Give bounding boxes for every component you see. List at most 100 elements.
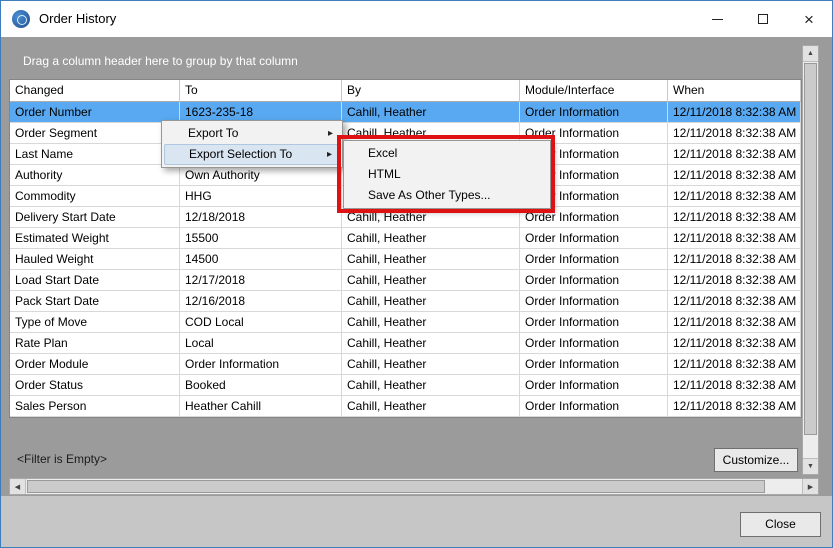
column-header-when[interactable]: When [668,80,801,102]
column-header-by[interactable]: By [342,80,520,102]
table-row[interactable]: Load Start Date 12/17/2018 Cahill, Heath… [10,270,801,291]
cell-by: Cahill, Heather [342,312,520,333]
app-icon [12,10,30,28]
cell-to: Own Authority [180,165,342,186]
close-window-button[interactable]: × [786,1,832,37]
menu-item-export-selection-to[interactable]: Export Selection To ▸ [164,144,340,165]
minimize-button[interactable] [694,1,740,37]
grid-header: Changed To By Module/Interface When [10,80,801,102]
table-row[interactable]: Pack Start Date 12/16/2018 Cahill, Heath… [10,291,801,312]
column-header-changed[interactable]: Changed [10,80,180,102]
cell-when: 12/11/2018 8:32:38 AM [668,333,801,354]
horizontal-scrollbar-thumb[interactable] [27,480,765,493]
cell-changed: Last Name [10,144,180,165]
customize-button[interactable]: Customize... [714,448,798,472]
submenu-arrow-icon: ▸ [327,145,332,164]
table-row[interactable]: Type of Move COD Local Cahill, Heather O… [10,312,801,333]
cell-module-interface: Order Information [520,333,668,354]
cell-changed: Pack Start Date [10,291,180,312]
cell-when: 12/11/2018 8:32:38 AM [668,249,801,270]
scroll-right-icon[interactable]: ▶ [802,479,818,494]
group-by-text: Drag a column header here to group by th… [23,45,802,77]
maximize-button[interactable] [740,1,786,37]
cell-by: Cahill, Heather [342,354,520,375]
menu-item-save-as-other-types[interactable]: Save As Other Types... [346,185,548,206]
vertical-scrollbar-thumb[interactable] [804,63,817,435]
cell-changed: Order Number [10,102,180,123]
horizontal-scrollbar[interactable]: ◀ ▶ [9,478,819,495]
cell-by: Cahill, Heather [342,333,520,354]
menu-item-excel[interactable]: Excel [346,143,548,164]
table-row[interactable]: Order Status Booked Cahill, Heather Orde… [10,375,801,396]
window-title: Order History [39,1,116,37]
cell-module-interface: Order Information [520,249,668,270]
cell-module-interface: Order Information [520,291,668,312]
cell-changed: Hauled Weight [10,249,180,270]
context-menu: Export To ▸ Export Selection To ▸ [161,120,343,168]
table-row[interactable]: Sales Person Heather Cahill Cahill, Heat… [10,396,801,417]
cell-when: 12/11/2018 8:32:38 AM [668,396,801,417]
cell-by: Cahill, Heather [342,396,520,417]
cell-by: Cahill, Heather [342,207,520,228]
cell-to: 14500 [180,249,342,270]
cell-to: 12/16/2018 [180,291,342,312]
close-button[interactable]: Close [740,512,821,537]
cell-module-interface: Order Information [520,396,668,417]
cell-changed: Order Module [10,354,180,375]
cell-module-interface: Order Information [520,270,668,291]
table-row[interactable]: Rate Plan Local Cahill, Heather Order In… [10,333,801,354]
cell-to: 15500 [180,228,342,249]
filter-status-text: <Filter is Empty> [17,444,107,474]
table-row[interactable]: Order Module Order Information Cahill, H… [10,354,801,375]
cell-to: Booked [180,375,342,396]
cell-changed: Authority [10,165,180,186]
cell-module-interface: Order Information [520,354,668,375]
cell-by: Cahill, Heather [342,270,520,291]
cell-to: HHG [180,186,342,207]
column-header-module-interface[interactable]: Module/Interface [520,80,668,102]
scroll-left-icon[interactable]: ◀ [10,479,26,494]
cell-module-interface: Order Information [520,312,668,333]
cell-changed: Order Status [10,375,180,396]
scroll-up-icon[interactable]: ▲ [803,46,818,62]
menu-item-label: Export Selection To [189,147,292,161]
cell-to: 12/17/2018 [180,270,342,291]
cell-to: Heather Cahill [180,396,342,417]
order-history-dialog: Order History × Drag a column header her… [0,0,833,548]
cell-module-interface: Order Information [520,375,668,396]
scroll-down-icon[interactable]: ▼ [803,458,818,474]
table-row[interactable]: Order Number 1623-235-18 Cahill, Heather… [10,102,801,123]
table-row[interactable]: Delivery Start Date 12/18/2018 Cahill, H… [10,207,801,228]
cell-module-interface: Order Information [520,228,668,249]
cell-when: 12/11/2018 8:32:38 AM [668,291,801,312]
table-row[interactable]: Hauled Weight 14500 Cahill, Heather Orde… [10,249,801,270]
close-icon: × [804,11,814,28]
cell-when: 12/11/2018 8:32:38 AM [668,375,801,396]
cell-changed: Sales Person [10,396,180,417]
cell-when: 12/11/2018 8:32:38 AM [668,312,801,333]
cell-when: 12/11/2018 8:32:38 AM [668,354,801,375]
window-controls: × [694,1,832,37]
maximize-icon [758,14,768,24]
cell-when: 12/11/2018 8:32:38 AM [668,144,801,165]
cell-changed: Estimated Weight [10,228,180,249]
vertical-scrollbar[interactable]: ▲ ▼ [802,45,819,475]
cell-module-interface: Order Information [520,207,668,228]
cell-changed: Rate Plan [10,333,180,354]
cell-when: 12/11/2018 8:32:38 AM [668,228,801,249]
cell-to: Order Information [180,354,342,375]
export-submenu: Excel HTML Save As Other Types... [343,140,551,209]
column-header-to[interactable]: To [180,80,342,102]
cell-module-interface: Order Information [520,102,668,123]
group-by-drop-zone[interactable]: Drag a column header here to group by th… [9,45,802,77]
menu-item-export-to[interactable]: Export To ▸ [164,123,340,144]
cell-changed: Load Start Date [10,270,180,291]
cell-when: 12/11/2018 8:32:38 AM [668,270,801,291]
menu-item-html[interactable]: HTML [346,164,548,185]
menu-item-label: Export To [188,126,238,140]
cell-by: Cahill, Heather [342,249,520,270]
table-row[interactable]: Estimated Weight 15500 Cahill, Heather O… [10,228,801,249]
cell-to: Local [180,333,342,354]
cell-when: 12/11/2018 8:32:38 AM [668,102,801,123]
cell-to: 12/18/2018 [180,207,342,228]
